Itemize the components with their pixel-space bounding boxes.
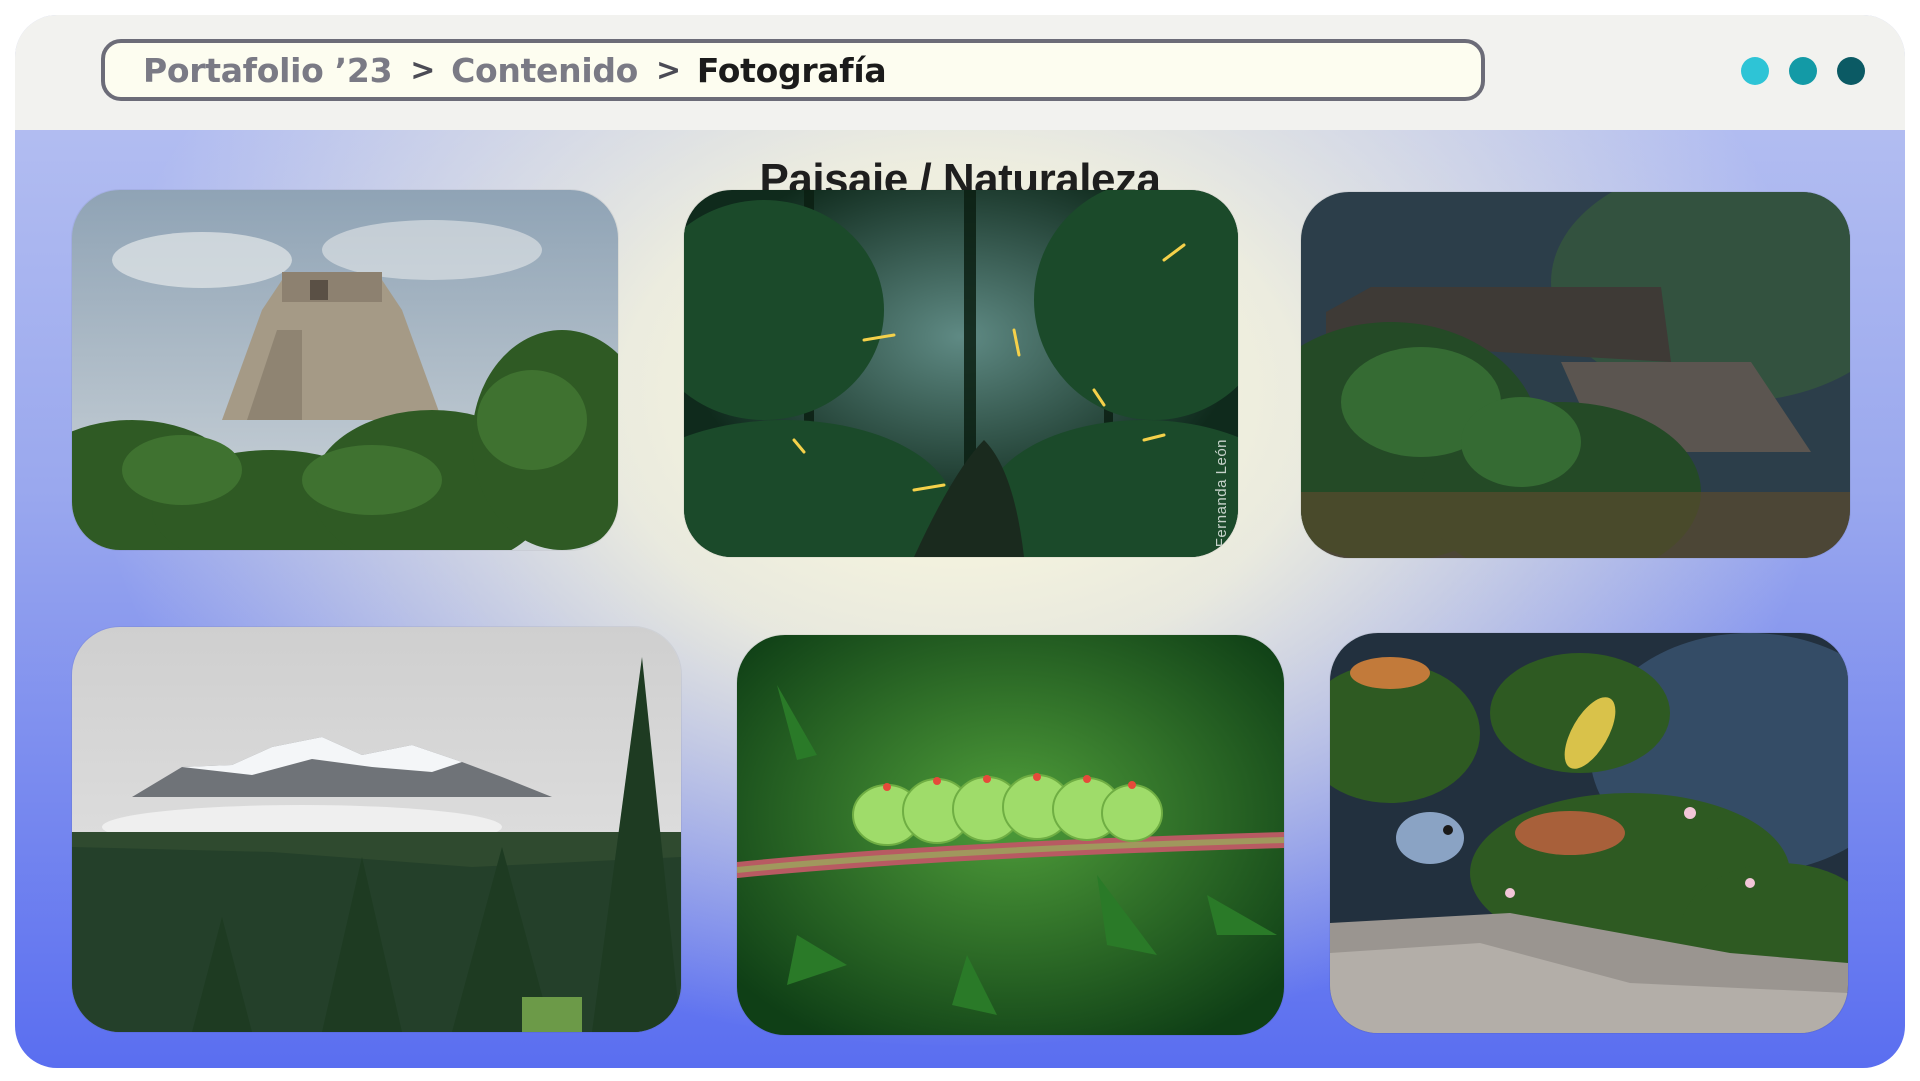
photo-caterpillar[interactable]: [737, 635, 1284, 1035]
volcano-image: [72, 627, 681, 1032]
chevron-right-icon: >: [410, 52, 436, 88]
chevron-right-icon: >: [656, 52, 681, 88]
photo-stone-ruins[interactable]: [1301, 192, 1850, 558]
breadcrumb-item-photography: Fotografía: [696, 50, 887, 90]
breadcrumb: Portafolio ’23 > Contenido > Fotografía: [101, 39, 1485, 101]
window-dot-3[interactable]: [1837, 57, 1865, 85]
photo-bird-plants[interactable]: [1330, 633, 1848, 1033]
photo-pyramid-ruins[interactable]: [72, 190, 618, 550]
bird-image: [1330, 633, 1848, 1033]
ruins-image: [1301, 192, 1850, 558]
title-bar: Portafolio ’23 > Contenido > Fotografía: [15, 15, 1905, 130]
pyramid-image: [72, 190, 618, 550]
window-controls: [1741, 57, 1865, 85]
window-dot-2[interactable]: [1789, 57, 1817, 85]
photo-credit: Fernanda León: [1213, 438, 1230, 547]
photo-forest-fireflies[interactable]: Fernanda León: [684, 190, 1238, 557]
app-window: Portafolio ’23 > Contenido > Fotografía …: [15, 15, 1905, 1068]
breadcrumb-item-portfolio[interactable]: Portafolio ’23: [143, 51, 393, 90]
forest-image: [684, 190, 1238, 557]
photo-snowy-volcano[interactable]: [72, 627, 681, 1032]
caterpillar-image: [737, 635, 1284, 1035]
window-dot-1[interactable]: [1741, 57, 1769, 85]
breadcrumb-item-content[interactable]: Contenido: [451, 51, 638, 90]
